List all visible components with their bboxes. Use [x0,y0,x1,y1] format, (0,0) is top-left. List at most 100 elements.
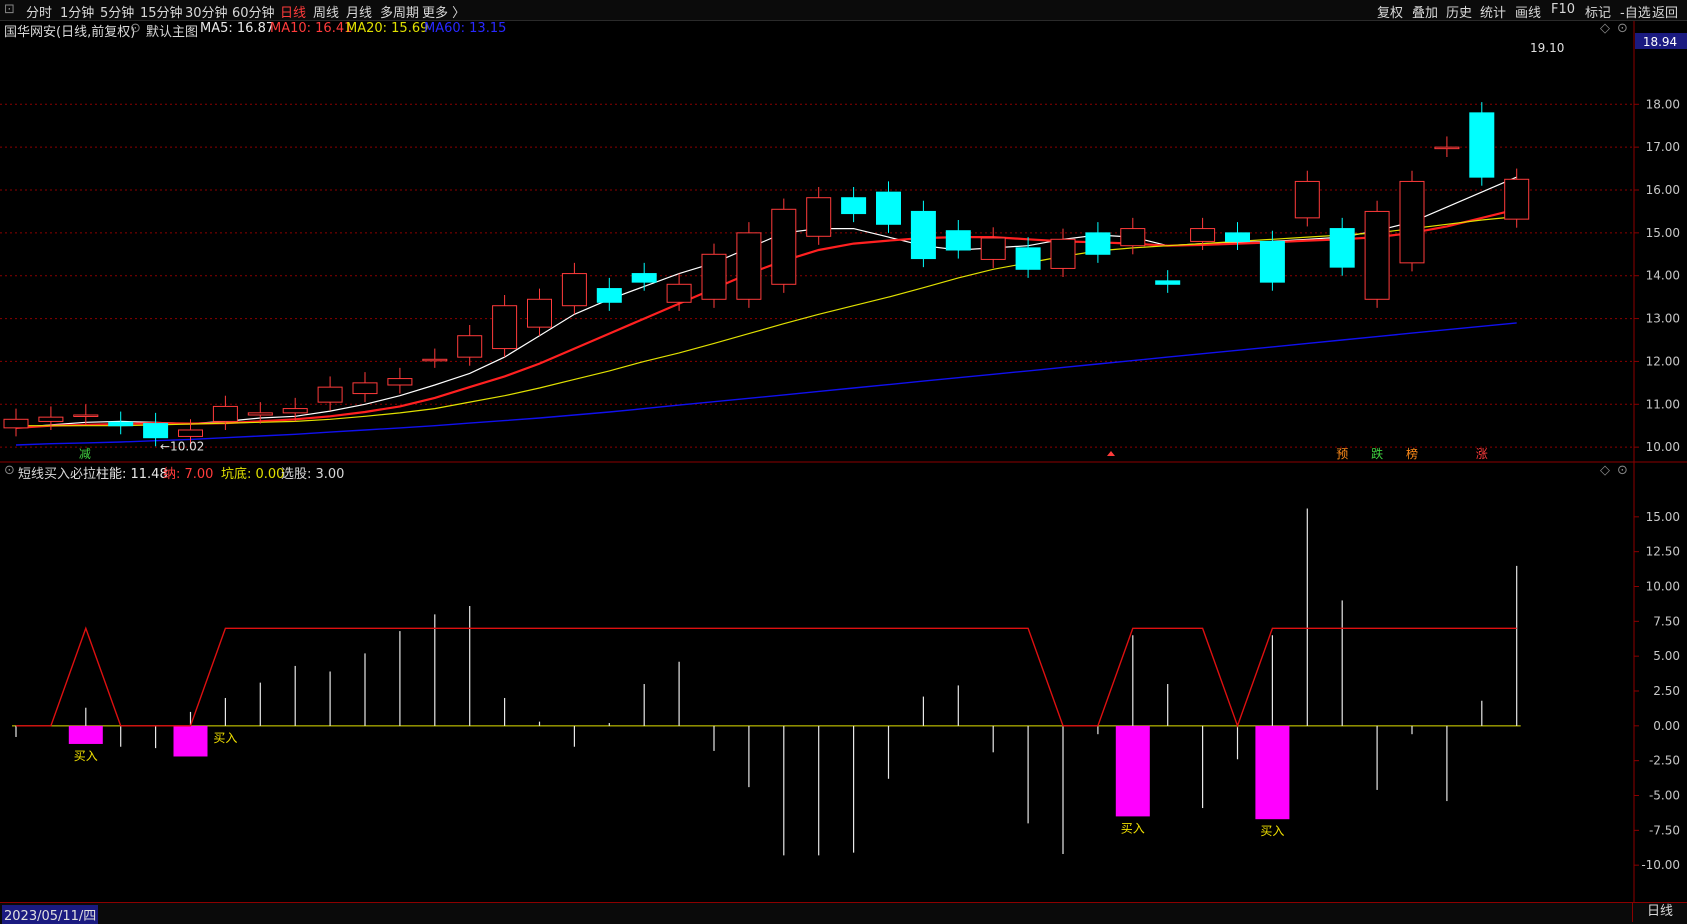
candle-body-26 [910,210,936,260]
buy-bar-36 [1255,725,1290,820]
candle-body-9 [317,386,343,403]
candle-body-41 [1434,146,1460,150]
sub-y-tick-label-4: 0.00 [1653,719,1680,733]
candle-body-31 [1085,232,1111,255]
candle-body-21 [736,232,762,300]
ma5-label: MA5: 16.87 [200,21,275,36]
toolbar-action-7[interactable]: -自选 [1620,2,1651,21]
toolbar-period-5[interactable]: 60分钟 [232,2,275,21]
ma-line-ma60 [15,322,1517,446]
candle-body-17 [596,288,622,303]
high-price-marker: 19.10 [1530,41,1564,55]
toolbar-period-0[interactable]: 分时 [26,2,52,21]
stock-title[interactable]: 国华网安(日线,前复权) [4,21,135,40]
candle-body-35 [1225,232,1250,242]
settings-icon[interactable]: ◇ [1600,21,1610,36]
xuangu-label: 选股: 3.00 [281,467,345,482]
na-label: 纳: 7.00 [163,467,214,482]
candle-body-1 [38,416,64,422]
sub-y-tick-label-0: -10.00 [1641,858,1680,872]
toolbar-period-9[interactable]: 多周期 [380,2,419,21]
na-line [16,626,1517,728]
candle-body-11 [387,378,413,386]
signal-badge-4: 涨 [1476,446,1488,461]
indicator-toggle-icon[interactable]: ⊙ [4,463,15,478]
candle-body-3 [108,421,134,427]
sub-y-tick-label-5: 2.50 [1653,684,1680,698]
toolbar-period-8[interactable]: 月线 [346,2,372,21]
toolbar-action-2[interactable]: 历史 [1446,2,1472,21]
kengdi-label: 坑底: 0.00 [221,467,285,482]
toolbar-period-10[interactable]: 更多 〉 [422,2,465,21]
candle-body-7 [247,412,273,416]
toolbar-action-5[interactable]: F10 [1551,2,1575,17]
toolbar-action-8[interactable]: 返回 [1652,2,1678,21]
signal-badge-1: 预 [1336,447,1348,461]
toolbar-action-6[interactable]: 标记 [1585,2,1611,21]
candle-body-0 [3,418,29,429]
sub-y-tick-label-9: 12.50 [1646,545,1680,559]
ma-line-ma5 [15,176,1517,429]
candle-body-24 [841,197,867,215]
buy-label-3: 买入 [1260,824,1284,838]
candle-body-15 [527,298,552,328]
candle-body-6 [212,405,238,422]
candle-body-2 [73,414,99,417]
toolbar-period-3[interactable]: 15分钟 [140,2,183,21]
toolbar-period-1[interactable]: 1分钟 [60,2,94,21]
zhuneng-label: 柱能: 11.48 [96,467,168,482]
low-price-marker: ←10.02 [160,439,204,453]
buy-label-1: 买入 [213,731,237,745]
candle-body-28 [980,237,1006,260]
toolbar-action-4[interactable]: 画线 [1515,2,1541,21]
sub-y-tick-label-7: 7.50 [1653,614,1680,628]
close-panel-icon[interactable]: ⊙ [1617,21,1628,36]
sub-y-tick-label-8: 10.00 [1646,580,1680,594]
small-up-arrow-icon [1107,451,1115,456]
template-toggle-icon[interactable]: ⊙ [130,21,141,36]
indicator-settings-icon[interactable]: ◇ [1600,463,1610,478]
candle-body-8 [282,408,308,414]
candle-body-12 [422,358,448,362]
indicator-name[interactable]: 短线买入必拉 [18,463,96,482]
buy-label-0: 买入 [74,749,98,763]
sub-y-tick-label-10: 15.00 [1646,510,1680,524]
candle-body-22 [771,208,797,285]
toolbar-period-6[interactable]: 日线 [280,2,306,21]
toolbar-period-4[interactable]: 30分钟 [185,2,228,21]
candle-body-38 [1329,228,1355,268]
candle-body-19 [666,283,692,303]
period-toolbar: 分时 1分钟 5分钟 15分钟 30分钟 60分钟 日线 周线 月线 多周期 更多 〉 复权 叠加 历史统… [0,0,1687,21]
toolbar-action-3[interactable]: 统计 [1480,2,1506,21]
sub-y-tick-label-1: -7.50 [1649,823,1680,837]
period-label[interactable]: 日线 [1632,902,1687,922]
candle-body-40 [1399,180,1425,264]
candle-body-36 [1259,240,1285,283]
toolbar-action-1[interactable]: 叠加 [1412,2,1438,21]
candle-body-43 [1504,178,1530,220]
date-statusbar: 2023/05/11/四 [0,902,1687,924]
main-y-tick-label-3: 13.00 [1646,312,1680,326]
main-y-tick-label-0: 10.00 [1646,440,1680,454]
template-name[interactable]: 默认主图 [146,21,198,40]
toolbar-period-2[interactable]: 5分钟 [100,2,134,21]
indicator-header: ⊙ 短线买入必拉 柱能: 11.48 纳: 7.00 坑底: 0.00 选股: … [0,462,1634,482]
candle-body-23 [806,197,832,237]
buy-bar-2 [68,725,103,744]
candle-body-13 [457,335,483,358]
sub-y-tick-label-3: -2.50 [1649,754,1680,768]
ma60-label: MA60: 13.15 [424,21,507,36]
candle-body-27 [945,230,971,251]
ma20-label: MA20: 15.69 [346,21,429,36]
candle-body-25 [876,191,901,225]
main-y-tick-label-6: 16.00 [1646,183,1680,197]
toolbar-action-0[interactable]: 复权 [1377,2,1403,21]
ma10-label: MA10: 16.41 [270,21,353,36]
indicator-close-icon[interactable]: ⊙ [1617,463,1628,478]
signal-badge-2: 跌 [1371,446,1383,461]
main-y-tick-label-2: 12.00 [1646,354,1680,368]
main-y-tick-label-7: 17.00 [1646,140,1680,154]
menu-icon[interactable]: ⊡ [4,2,15,17]
toolbar-period-7[interactable]: 周线 [313,2,339,21]
main-y-tick-label-8: 18.00 [1646,97,1680,111]
